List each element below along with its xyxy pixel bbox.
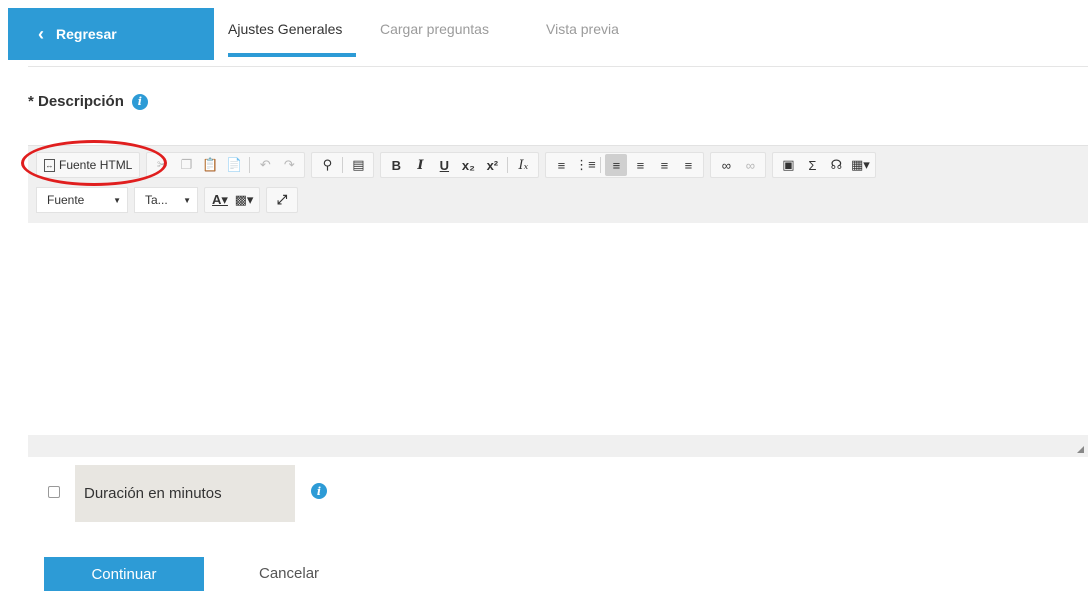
toolbar-separator: [249, 157, 251, 173]
toolbar-group-tools: ⤢: [266, 187, 298, 213]
italic-icon[interactable]: I: [409, 154, 431, 176]
audio-icon[interactable]: ☊: [825, 154, 847, 176]
toolbar-group-colors: A▾ ▩▾: [204, 187, 260, 213]
toolbar-group-insert: ▣ Σ ☊ ▦▾: [772, 152, 877, 178]
toolbar-row-1: ↔ Fuente HTML ✂ ❐ 📋 📄 ↶ ↷ ⚲ ▤ B I U x₂ x…: [36, 152, 882, 178]
background-color-icon[interactable]: ▩▾: [233, 189, 255, 211]
toolbar-group-basic-styles: B I U x₂ x² Iₓ: [380, 152, 540, 178]
toolbar-row-2: Fuente ▼ Ta... ▼ A▾ ▩▾ ⤢: [36, 187, 304, 213]
editor-statusbar: [28, 435, 1088, 457]
toolbar-group-paragraph: ≡ ⋮≡ ≡ ≡ ≡ ≡: [545, 152, 705, 178]
redo-icon[interactable]: ↷: [278, 154, 300, 176]
numbered-list-icon[interactable]: ≡: [550, 154, 572, 176]
image-icon[interactable]: ▣: [777, 154, 799, 176]
toolbar-group-links: ∞ ∞: [710, 152, 767, 178]
rich-text-editor: ↔ Fuente HTML ✂ ❐ 📋 📄 ↶ ↷ ⚲ ▤ B I U x₂ x…: [28, 145, 1088, 457]
subscript-icon[interactable]: x₂: [457, 154, 479, 176]
source-html-label: Fuente HTML: [59, 158, 133, 172]
cut-icon[interactable]: ✂: [151, 154, 173, 176]
toolbar-separator: [342, 157, 344, 173]
size-combo-label: Ta...: [145, 193, 168, 207]
size-combo[interactable]: Ta... ▼: [134, 187, 198, 213]
align-right-icon[interactable]: ≡: [653, 154, 675, 176]
editor-toolbar: ↔ Fuente HTML ✂ ❐ 📋 📄 ↶ ↷ ⚲ ▤ B I U x₂ x…: [28, 145, 1088, 223]
back-button[interactable]: ‹ Regresar: [8, 8, 214, 60]
copy-icon[interactable]: ❐: [175, 154, 197, 176]
text-color-icon[interactable]: A▾: [209, 189, 231, 211]
align-left-icon[interactable]: ≡: [605, 154, 628, 176]
align-center-icon[interactable]: ≡: [629, 154, 651, 176]
undo-icon[interactable]: ↶: [254, 154, 276, 176]
description-label: * Descripción i: [28, 93, 148, 110]
link-icon[interactable]: ∞: [715, 154, 737, 176]
caret-down-icon: ▼: [183, 195, 191, 205]
bold-icon[interactable]: B: [385, 154, 407, 176]
tab-ajustes-generales[interactable]: Ajustes Generales: [228, 21, 342, 37]
maximize-icon[interactable]: ⤢: [271, 189, 293, 211]
toolbar-group-source: ↔ Fuente HTML: [36, 152, 141, 178]
table-icon[interactable]: ▦▾: [849, 154, 871, 176]
chevron-left-icon: ‹: [38, 24, 44, 44]
bulleted-list-icon[interactable]: ⋮≡: [574, 154, 596, 176]
caret-down-icon: ▼: [113, 195, 121, 205]
continue-button[interactable]: Continuar: [44, 557, 204, 591]
cancel-button[interactable]: Cancelar: [259, 565, 319, 582]
toolbar-separator: [600, 157, 602, 173]
editor-content-area[interactable]: [28, 223, 1088, 437]
header-divider: [28, 66, 1088, 67]
font-combo[interactable]: Fuente ▼: [36, 187, 128, 213]
paste-icon[interactable]: 📋: [199, 154, 221, 176]
select-all-icon[interactable]: ▤: [347, 154, 369, 176]
description-label-text: * Descripción: [28, 93, 124, 110]
back-button-label: Regresar: [56, 26, 117, 42]
superscript-icon[interactable]: x²: [481, 154, 503, 176]
duration-checkbox[interactable]: [48, 486, 60, 498]
info-icon[interactable]: i: [131, 93, 148, 110]
toolbar-group-clipboard: ✂ ❐ 📋 📄 ↶ ↷: [146, 152, 306, 178]
duration-info-icon[interactable]: i: [311, 483, 327, 499]
duration-field: Duración en minutos: [75, 465, 295, 522]
tab-bar: Ajustes Generales Cargar preguntas Vista…: [214, 8, 1088, 60]
duration-label: Duración en minutos: [84, 485, 222, 502]
underline-icon[interactable]: U: [433, 154, 455, 176]
source-html-icon: ↔: [44, 158, 55, 172]
continue-button-label: Continuar: [91, 565, 157, 583]
math-sigma-icon[interactable]: Σ: [801, 154, 823, 176]
justify-icon[interactable]: ≡: [677, 154, 699, 176]
resize-grip-icon[interactable]: [1077, 446, 1084, 453]
remove-format-icon[interactable]: Iₓ: [512, 154, 534, 176]
find-icon[interactable]: ⚲: [316, 154, 338, 176]
tab-cargar-preguntas[interactable]: Cargar preguntas: [380, 21, 489, 37]
unlink-icon[interactable]: ∞: [739, 154, 761, 176]
active-tab-indicator: [228, 53, 356, 57]
source-html-button[interactable]: ↔ Fuente HTML: [40, 158, 136, 172]
font-combo-label: Fuente: [47, 193, 85, 207]
toolbar-group-find: ⚲ ▤: [311, 152, 375, 178]
toolbar-separator: [507, 157, 509, 173]
tab-vista-previa[interactable]: Vista previa: [546, 21, 619, 37]
paste-text-icon[interactable]: 📄: [223, 154, 245, 176]
